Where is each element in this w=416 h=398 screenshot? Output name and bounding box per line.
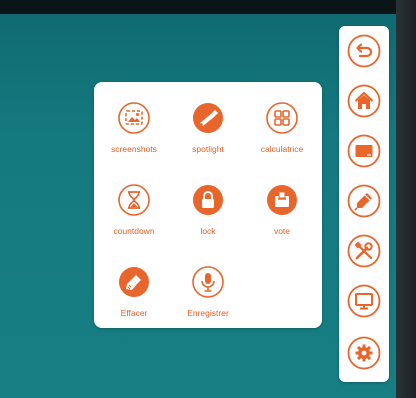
tools-icon [347,234,381,268]
screenshot-icon [118,102,150,134]
tool-label: screenshots [111,144,157,154]
tool-screenshots[interactable]: screenshots [96,102,172,166]
tool-label: Enregistrer [187,308,229,318]
tool-effacer[interactable]: Effacer [96,266,172,330]
tool-vote[interactable]: vote [244,184,320,248]
tool-label: vote [273,226,291,236]
top-bar [0,0,416,14]
tool-label: countdown [113,226,155,236]
home-icon [347,84,381,118]
settings-button[interactable] [347,336,381,370]
settings-icon [347,336,381,370]
back-icon [347,34,381,68]
tool-label: spotlight [192,144,224,154]
tool-label: Effacer [120,308,148,318]
tool-countdown[interactable]: countdown [96,184,172,248]
ballot-box-icon [267,185,297,215]
home-button[interactable] [347,84,381,118]
spotlight-icon [193,103,223,133]
monitor-icon [347,284,381,318]
sidebar-toolbar [339,26,389,382]
pen-icon [347,184,381,218]
tool-label: lock [200,226,216,236]
brush-icon [119,267,149,297]
tool-lock[interactable]: lock [170,184,246,248]
screen-edge [396,0,416,398]
pen-button[interactable] [347,184,381,218]
tool-label: calculatrice [260,144,304,154]
hourglass-icon [118,184,150,216]
microphone-icon [192,266,224,298]
tools-panel: screenshots spotlight calculatrice count… [94,82,322,328]
tools-button[interactable] [347,234,381,268]
monitor-button[interactable] [347,284,381,318]
whiteboard-button[interactable] [347,134,381,168]
lock-icon [193,185,223,215]
tool-spotlight[interactable]: spotlight [170,102,246,166]
back-button[interactable] [347,34,381,68]
tool-enregistrer[interactable]: Enregistrer [170,266,246,330]
tool-calculatrice[interactable]: calculatrice [244,102,320,166]
whiteboard-icon [347,134,381,168]
calculator-icon [266,102,298,134]
